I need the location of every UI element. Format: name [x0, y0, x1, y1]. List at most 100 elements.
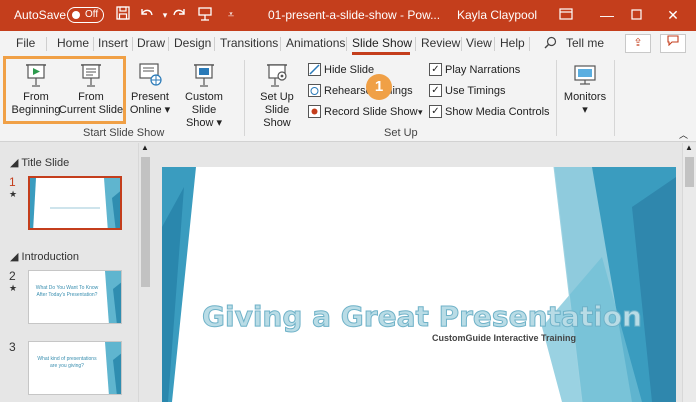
rehearse-timings-button[interactable]: Rehearse Timings [308, 83, 418, 99]
section-label: Title Slide [21, 157, 70, 169]
slide-title[interactable]: Giving a Great Presentation [202, 300, 643, 334]
slide-subtitle[interactable]: CustomGuide Interactive Training [342, 333, 576, 343]
scrollbar-thumb[interactable] [685, 157, 694, 187]
custom-slide-show-button[interactable]: Custom Slide Show ▾ [172, 61, 236, 130]
slide-thumbnails-panel: ◢ Title Slide 1 ★ ◢ Introduction 2 ★ Wha… [0, 143, 152, 402]
active-tab-indicator [352, 52, 410, 55]
search-icon[interactable] [544, 36, 557, 52]
scroll-up-icon[interactable]: ▲ [685, 143, 693, 152]
current-slide[interactable]: Giving a Great Presentation CustomGuide … [162, 167, 676, 402]
minimize-icon[interactable]: — [597, 5, 617, 25]
custom-show-label-1: Custom Slide [185, 91, 223, 116]
show-media-controls-label: Show Media Controls [445, 106, 550, 118]
monitors-button[interactable]: Monitors ▾ [560, 61, 610, 117]
comments-button[interactable] [660, 34, 686, 53]
collapse-ribbon-icon[interactable]: ︿ [679, 128, 688, 141]
tab-transitions[interactable]: Transitions [220, 36, 278, 50]
redo-icon[interactable] [170, 6, 188, 24]
group-divider [556, 60, 557, 136]
slide-scrollbar[interactable]: ▲ [682, 143, 696, 402]
tab-divider [529, 37, 530, 51]
tab-divider [132, 37, 133, 51]
record-slide-show-button[interactable]: Record Slide Show ▾ [308, 104, 428, 120]
tell-me-search[interactable]: Tell me [566, 36, 604, 50]
use-timings-label: Use Timings [445, 85, 506, 97]
close-icon[interactable]: ✕ [663, 5, 683, 25]
slide-3-text: What kind of presentations are you givin… [37, 356, 97, 369]
section-label: Introduction [21, 251, 79, 263]
ribbon-display-icon[interactable] [556, 5, 576, 25]
record-icon [308, 105, 321, 118]
tab-slide-show[interactable]: Slide Show [352, 36, 412, 50]
setup-label-1: Set Up [260, 91, 294, 103]
use-timings-checkbox[interactable]: ✓ Use Timings [429, 83, 539, 99]
custom-show-label-2: Show [185, 117, 214, 129]
tab-divider [461, 37, 462, 51]
set-up-slide-show-button[interactable]: Set Up Slide Show [250, 61, 304, 130]
tab-help[interactable]: Help [500, 36, 525, 50]
setup-show-icon [267, 64, 287, 87]
section-title-slide[interactable]: ◢ Title Slide [10, 156, 69, 169]
record-label: Record Slide Show [324, 106, 418, 118]
slide-number: 3 [9, 340, 16, 354]
checkbox-checked-icon: ✓ [429, 63, 442, 76]
checkbox-checked-icon: ✓ [429, 84, 442, 97]
hide-slide-icon [308, 63, 321, 76]
slide-thumbnail-3[interactable]: What kind of presentations are you givin… [28, 341, 122, 395]
tab-divider [168, 37, 169, 51]
transition-star-icon: ★ [9, 283, 18, 293]
customize-arrow-icon[interactable]: ⩡ [222, 6, 240, 24]
tab-view[interactable]: View [466, 36, 492, 50]
slide-1-design [30, 178, 120, 228]
present-online-button[interactable]: Present Online ▾ [128, 61, 172, 117]
play-narrations-checkbox[interactable]: ✓ Play Narrations [429, 62, 539, 78]
tab-insert[interactable]: Insert [98, 36, 128, 50]
tab-design[interactable]: Design [174, 36, 211, 50]
transition-star-icon: ★ [9, 189, 18, 199]
present-online-label-1: Present [131, 91, 169, 103]
group-divider [244, 60, 245, 136]
thumbnail-scrollbar[interactable]: ▲ [138, 143, 151, 402]
present-online-label-2: Online [129, 104, 162, 116]
callout-badge-1: 1 [366, 74, 392, 100]
user-name[interactable]: Kayla Claypool [457, 8, 537, 22]
set-up-group-label: Set Up [384, 127, 418, 139]
tab-divider [46, 37, 47, 51]
tab-animations[interactable]: Animations [286, 36, 345, 50]
save-icon[interactable] [114, 6, 132, 24]
tab-divider [214, 37, 215, 51]
slide-background-design [162, 167, 676, 402]
dropdown-arrow-icon: ▾ [213, 117, 223, 129]
tab-divider [93, 37, 94, 51]
dropdown-arrow-icon: ▾ [161, 104, 171, 116]
tab-divider [494, 37, 495, 51]
show-media-controls-checkbox[interactable]: ✓ Show Media Controls [429, 104, 550, 120]
group-divider [614, 60, 615, 136]
ribbon-tabs: File Home Insert Draw Design Transitions… [0, 31, 696, 56]
share-button[interactable]: ⇪ [625, 34, 651, 53]
tab-review[interactable]: Review [421, 36, 460, 50]
dropdown-arrow-icon: ▾ [582, 104, 588, 116]
slide-thumbnail-2[interactable]: What Do You Want To Know After Today's P… [28, 270, 122, 324]
autosave-label: AutoSave [14, 8, 67, 22]
presenter-icon[interactable] [196, 6, 214, 24]
slide-2-text: What Do You Want To Know After Today's P… [35, 285, 99, 298]
hide-slide-button[interactable]: Hide Slide [308, 62, 418, 78]
monitor-icon [574, 65, 596, 85]
slide-number: 2 [9, 269, 16, 283]
tab-home[interactable]: Home [57, 36, 89, 50]
rehearse-timings-icon [308, 84, 321, 97]
scroll-up-icon[interactable]: ▲ [141, 143, 149, 152]
slide-thumbnail-1[interactable] [28, 176, 122, 230]
tab-divider [415, 37, 416, 51]
monitors-label: Monitors [563, 91, 607, 103]
autosave-toggle[interactable]: Off [67, 7, 104, 23]
tab-file[interactable]: File [16, 36, 35, 50]
maximize-icon[interactable] [626, 5, 646, 25]
scrollbar-thumb[interactable] [141, 157, 150, 287]
title-bar: AutoSave Off ▾ ⩡ 01-present-a-slide-show… [0, 0, 696, 31]
checkbox-checked-icon: ✓ [429, 105, 442, 118]
section-introduction[interactable]: ◢ Introduction [10, 250, 79, 263]
undo-icon[interactable] [138, 6, 156, 24]
tab-draw[interactable]: Draw [137, 36, 165, 50]
